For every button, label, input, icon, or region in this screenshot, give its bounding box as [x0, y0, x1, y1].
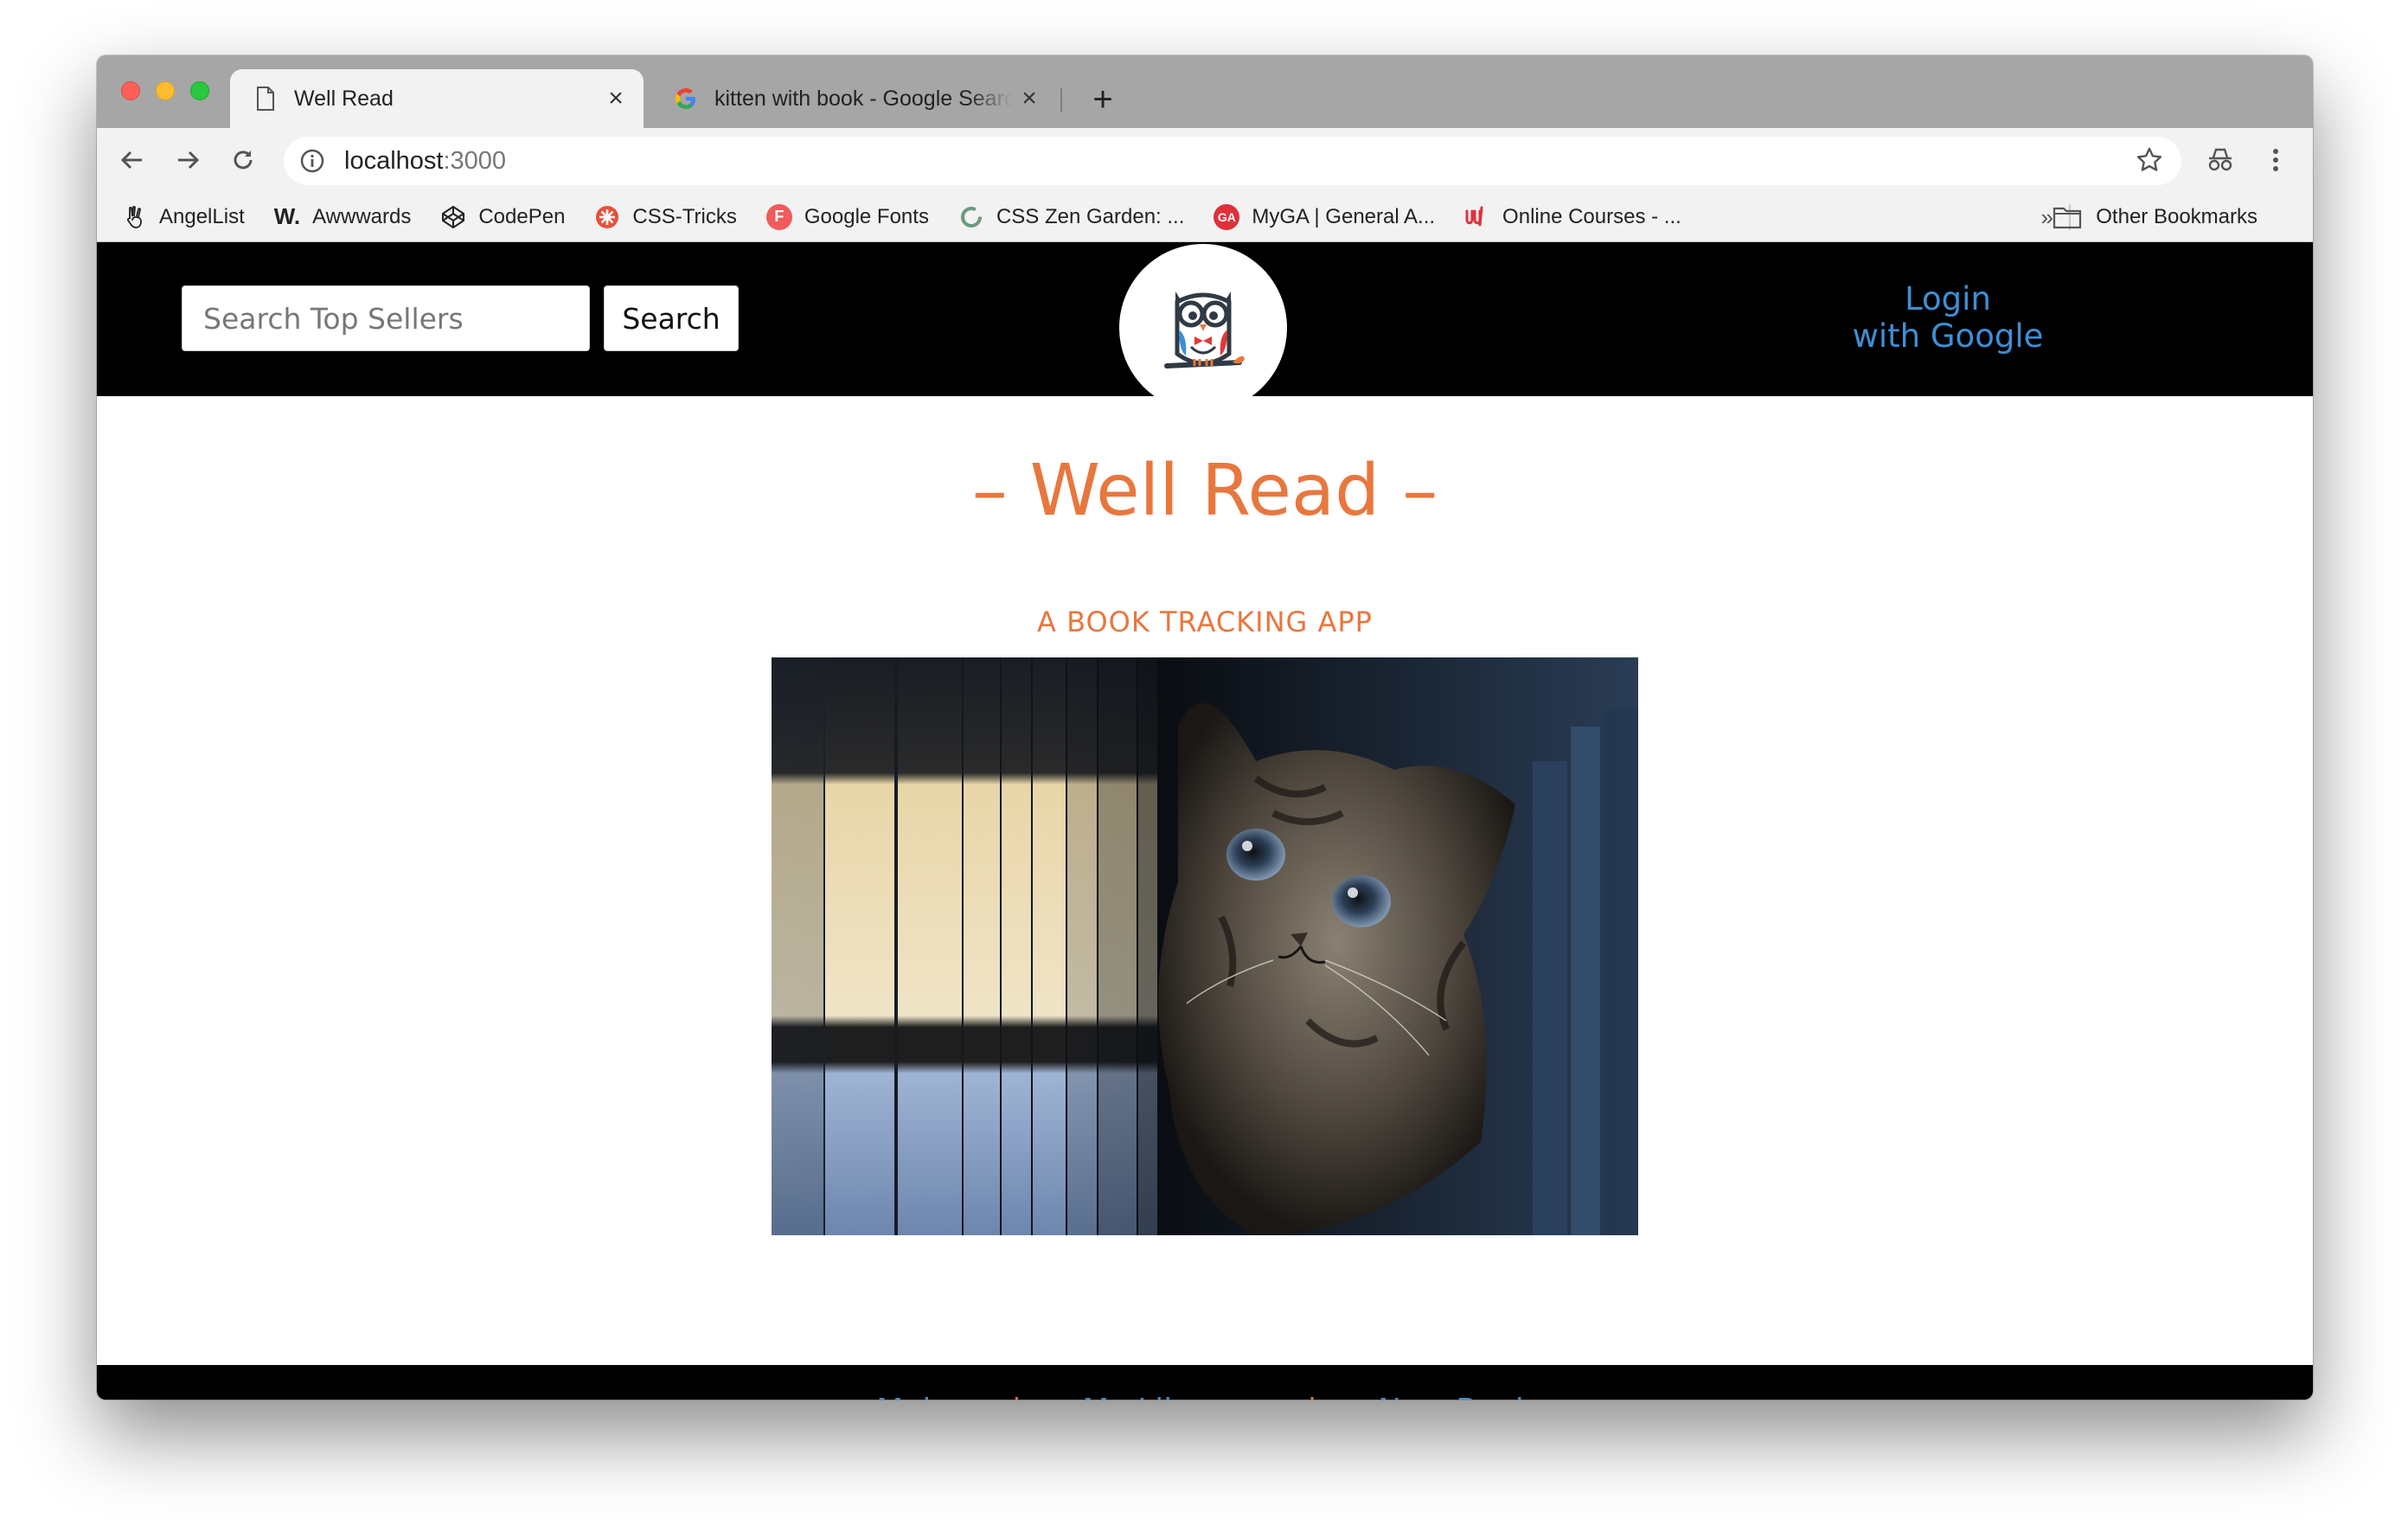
browser-toolbar: localhost:3000: [97, 128, 2313, 192]
more-menu-icon[interactable]: [2256, 140, 2296, 180]
footer-link-new-book[interactable]: New Book: [1378, 1393, 1534, 1400]
bookmark-css-tricks[interactable]: CSS-Tricks: [594, 204, 737, 230]
new-tab-button[interactable]: +: [1083, 80, 1123, 119]
incognito-extension-icon[interactable]: [2200, 140, 2240, 180]
url-port: :3000: [443, 146, 507, 175]
google-icon: [673, 86, 699, 112]
footer-link-main[interactable]: Main: [876, 1393, 951, 1400]
bookmark-css-zen-garden[interactable]: CSS Zen Garden: ...: [958, 204, 1184, 230]
footer-separator: |: [1011, 1393, 1021, 1400]
document-icon: [253, 86, 279, 112]
folder-icon: [2053, 204, 2082, 230]
ga-icon: GA: [1214, 203, 1240, 230]
bookmark-online-courses[interactable]: Online Courses - ...: [1464, 204, 1681, 230]
footer-separator: |: [1307, 1393, 1317, 1400]
web-page: Search Top Sellers Search Login with Goo…: [97, 242, 2313, 1400]
kitten-with-books-image: [772, 657, 1638, 1235]
angellist-icon: [121, 204, 147, 230]
udemy-icon: [1464, 204, 1490, 230]
google-fonts-icon: F: [765, 203, 792, 230]
bookmark-label: CSS Zen Garden: ...: [996, 204, 1185, 228]
bookmark-awwwards[interactable]: W. Awwwards: [273, 203, 412, 230]
bookmark-angellist[interactable]: AngelList: [121, 204, 245, 230]
minimize-window-button[interactable]: [156, 81, 175, 100]
site-header: Search Top Sellers Search Login with Goo…: [97, 242, 2313, 412]
bookmark-label: Awwwards: [312, 204, 412, 228]
login-line-1: Login: [1905, 280, 1991, 317]
bookmark-star-icon[interactable]: [2129, 140, 2169, 180]
maximize-window-button[interactable]: [190, 81, 209, 100]
bookmark-label: Online Courses - ...: [1502, 204, 1681, 228]
zen-garden-icon: [958, 204, 984, 230]
close-tab-icon[interactable]: ×: [1012, 81, 1047, 116]
bookmark-label: CSS-Tricks: [632, 204, 737, 228]
tab-strip: Well Read × kitten with book - Google Se…: [97, 55, 2313, 128]
search-input[interactable]: [182, 285, 590, 351]
back-icon[interactable]: [112, 140, 152, 180]
bookmark-codepen[interactable]: CodePen: [440, 204, 565, 230]
bookmark-label: CodePen: [478, 204, 566, 228]
codepen-icon: [440, 204, 466, 230]
owl-logo[interactable]: [1119, 244, 1287, 412]
site-footer: Main | My Library | New Book: [97, 1365, 2313, 1400]
search-button[interactable]: Search: [604, 285, 739, 351]
css-tricks-icon: [594, 204, 620, 230]
bookmark-label: Other Bookmarks: [2096, 205, 2258, 228]
bookmarks-overflow-icon[interactable]: »: [2041, 204, 2053, 231]
tab-divider: [1060, 88, 1062, 112]
page-title: – Well Read –: [971, 450, 1438, 532]
page-subtitle: A BOOK TRACKING APP: [1037, 606, 1373, 638]
login-with-google-link[interactable]: Login with Google: [1835, 280, 2060, 355]
forward-icon[interactable]: [168, 140, 208, 180]
reload-icon[interactable]: [223, 140, 263, 180]
tab-well-read[interactable]: Well Read ×: [230, 69, 644, 128]
close-tab-icon[interactable]: ×: [599, 81, 633, 116]
bookmark-google-fonts[interactable]: F Google Fonts: [765, 203, 929, 230]
owl-icon: [1164, 292, 1245, 368]
awwwards-icon: W.: [273, 203, 301, 229]
login-line-2: with Google: [1852, 317, 2044, 355]
bookmark-label: AngelList: [159, 204, 245, 228]
close-window-button[interactable]: [121, 81, 140, 100]
info-icon[interactable]: [298, 146, 327, 176]
bookmark-label: MyGA | General A...: [1252, 204, 1436, 228]
footer-link-my-library[interactable]: My Library: [1082, 1393, 1246, 1400]
tab-title: Well Read: [294, 86, 394, 111]
url-host: localhost: [344, 146, 444, 175]
address-bar[interactable]: localhost:3000: [284, 137, 2181, 185]
bookmark-myga[interactable]: GA MyGA | General A...: [1214, 203, 1436, 230]
bookmark-other-bookmarks[interactable]: Other Bookmarks: [2053, 192, 2258, 242]
tab-google-search[interactable]: kitten with book - Google Search ×: [650, 69, 1057, 128]
browser-window: Well Read × kitten with book - Google Se…: [97, 55, 2313, 1400]
tab-title: kitten with book - Google Search: [714, 86, 1012, 111]
bookmark-label: Google Fonts: [804, 204, 929, 228]
bookmarks-bar: AngelList W. Awwwards CodePen CSS-Tricks…: [97, 192, 2313, 242]
